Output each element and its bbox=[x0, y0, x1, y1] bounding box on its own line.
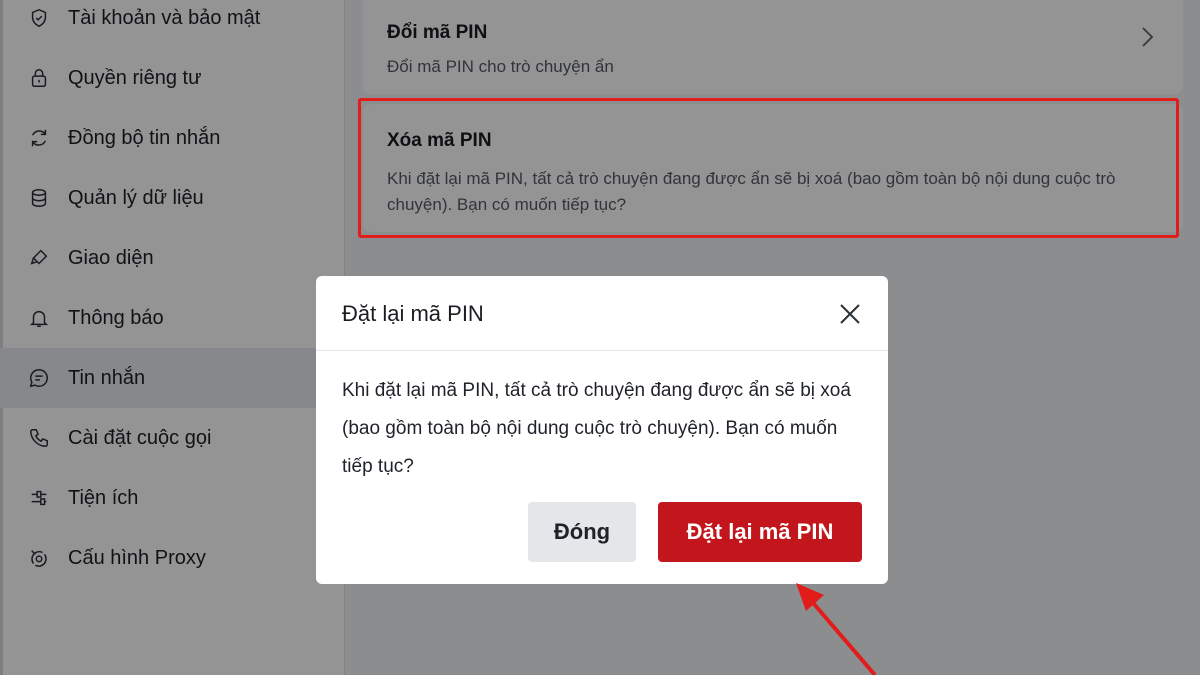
reset-pin-button[interactable]: Đặt lại mã PIN bbox=[658, 502, 862, 562]
dialog-message: Khi đặt lại mã PIN, tất cả trò chuyện đa… bbox=[342, 380, 851, 477]
close-button[interactable]: Đóng bbox=[528, 502, 636, 562]
dialog-title: Đặt lại mã PIN bbox=[342, 301, 484, 326]
annotation-arrow bbox=[796, 583, 877, 675]
close-icon[interactable] bbox=[838, 302, 862, 326]
dialog-header: Đặt lại mã PIN bbox=[316, 276, 888, 351]
reset-pin-dialog: Đặt lại mã PIN Khi đặt lại mã PIN, tất c… bbox=[316, 276, 888, 584]
annotation-highlight-box bbox=[358, 98, 1179, 238]
